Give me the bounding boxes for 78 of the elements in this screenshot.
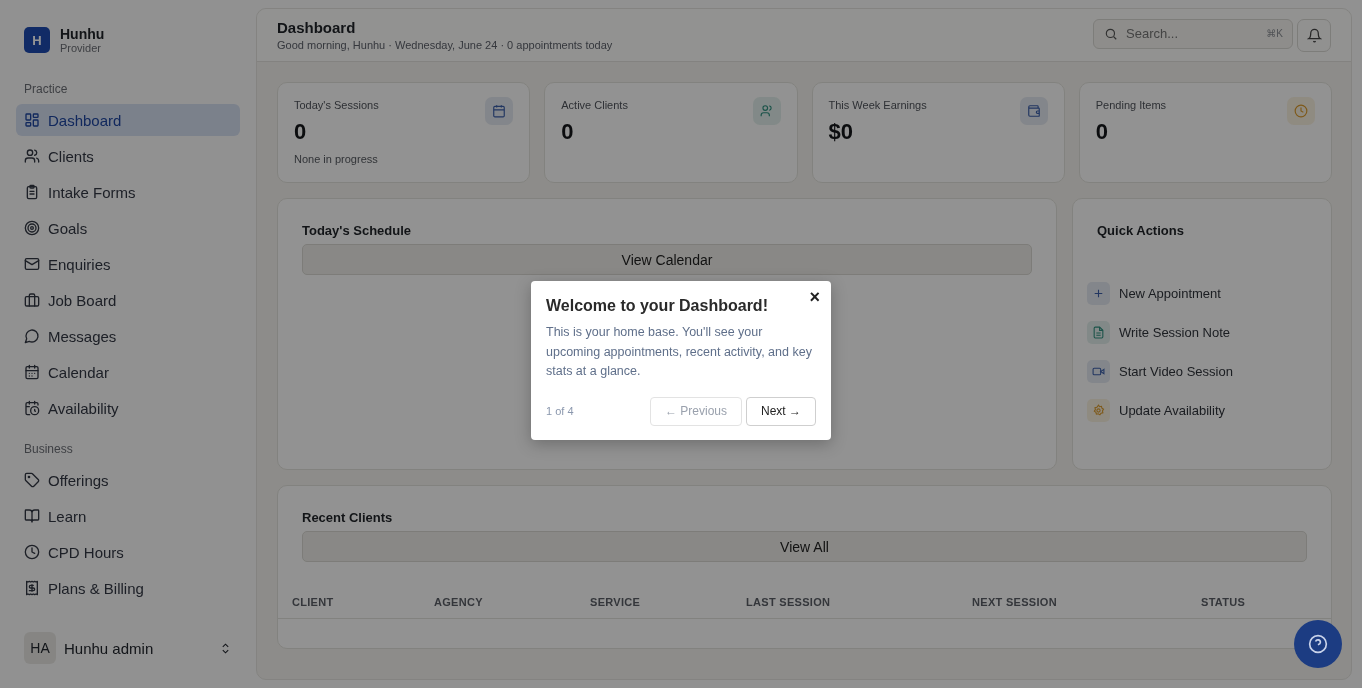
sidebar-item[interactable]: Enquiries [16, 248, 240, 280]
video-icon [1092, 365, 1105, 378]
sidebar-item[interactable]: CPD Hours [16, 536, 240, 568]
avatar: HA [24, 632, 56, 664]
sidebar-item[interactable]: Job Board [16, 284, 240, 316]
receipt-icon [24, 580, 40, 596]
column-header: CLIENT [292, 596, 335, 608]
file-icon [1092, 326, 1105, 339]
gear-icon [1092, 404, 1105, 417]
stat-label: Pending Items [1095, 99, 1167, 111]
sidebar-item[interactable]: Messages [16, 320, 240, 352]
shortcut-hint: ⌘K [1266, 27, 1283, 39]
sidebar-item[interactable]: Dashboard [16, 104, 240, 136]
stat-value: 0 [561, 119, 575, 145]
quick-action[interactable]: New Appointment [1087, 282, 1307, 305]
next-button[interactable]: Next → [746, 396, 816, 426]
card-title: Today's Schedule [302, 223, 413, 238]
card-title: Quick Actions [1097, 223, 1185, 238]
users-icon [759, 104, 774, 118]
sidebar-item[interactable]: Plans & Billing [16, 572, 240, 604]
wallet-icon [1026, 104, 1041, 118]
chat-icon [24, 328, 40, 344]
stat-label: Today's Sessions [294, 99, 379, 111]
notifications-button[interactable] [1297, 18, 1331, 52]
column-header: AGENCY [434, 596, 484, 608]
calendar-icon [492, 104, 507, 118]
card-title: Recent Clients [302, 510, 394, 525]
sidebar-item[interactable]: Goals [16, 212, 240, 244]
sidebar-item[interactable]: Intake Forms [16, 176, 240, 208]
target-icon [24, 220, 40, 236]
column-header: STATUS [1201, 596, 1247, 608]
sidebar-item[interactable]: Calendar [16, 356, 240, 388]
briefcase-icon [24, 292, 40, 308]
page-subtitle: Good morning, Hunhu · Wednesday, June 24 · 0 appointments today [277, 39, 613, 51]
sidebar-item[interactable]: Availability [16, 392, 240, 424]
users-icon [24, 148, 40, 164]
user-menu[interactable]: HA Hunhu admin [16, 632, 240, 664]
page-title: Dashboard [277, 19, 357, 36]
help-icon [1308, 634, 1328, 654]
clipboard-icon [24, 184, 40, 200]
grid-icon [24, 112, 40, 128]
stat-label: This Week Earnings [828, 99, 927, 111]
sidebar-item[interactable]: Clients [16, 140, 240, 172]
search-icon [1104, 26, 1118, 41]
brand-name: Hunhu [60, 26, 105, 42]
stat-value: 0 [1095, 119, 1109, 145]
plus-icon [1092, 287, 1105, 300]
tour-title: Welcome to your Dashboard! [546, 297, 769, 315]
view-calendar-button[interactable]: View Calendar [302, 244, 1032, 275]
brand-role: Provider [60, 42, 102, 54]
quick-action[interactable]: Update Availability [1087, 399, 1307, 422]
section-heading: Business [23, 441, 74, 458]
tour-text: This is your home base. You'll see your upcoming appointments, recent activity, and key stats at a glance. [546, 324, 813, 380]
step-counter: 1 of 4 [546, 405, 574, 417]
column-header: LAST SESSION [746, 596, 832, 608]
book-icon [24, 508, 40, 524]
logo-badge: H [24, 27, 50, 53]
quick-action[interactable]: Start Video Session [1087, 360, 1307, 383]
mail-icon [24, 256, 40, 272]
sidebar-item[interactable]: Learn [16, 500, 240, 532]
stat-value: $0 [828, 119, 854, 145]
stat-label: Active Clients [561, 99, 628, 111]
stat-value: 0 [294, 119, 308, 145]
close-button[interactable]: × [806, 287, 823, 308]
quick-action[interactable]: Write Session Note [1087, 321, 1307, 344]
view-all-button[interactable]: View All [302, 531, 1307, 562]
bell-icon [1306, 27, 1322, 43]
tag-icon [24, 472, 40, 488]
chevrons-icon [219, 641, 232, 655]
column-header: SERVICE [590, 596, 642, 608]
stat-note: None in progress [294, 153, 379, 165]
calclock-icon [24, 400, 40, 416]
sidebar-item[interactable]: Offerings [16, 464, 240, 496]
clock-icon [24, 544, 40, 560]
clock-icon [1294, 104, 1308, 118]
section-heading: Practice [23, 81, 69, 98]
calendar-icon [24, 364, 40, 380]
column-header: NEXT SESSION [972, 596, 1058, 608]
